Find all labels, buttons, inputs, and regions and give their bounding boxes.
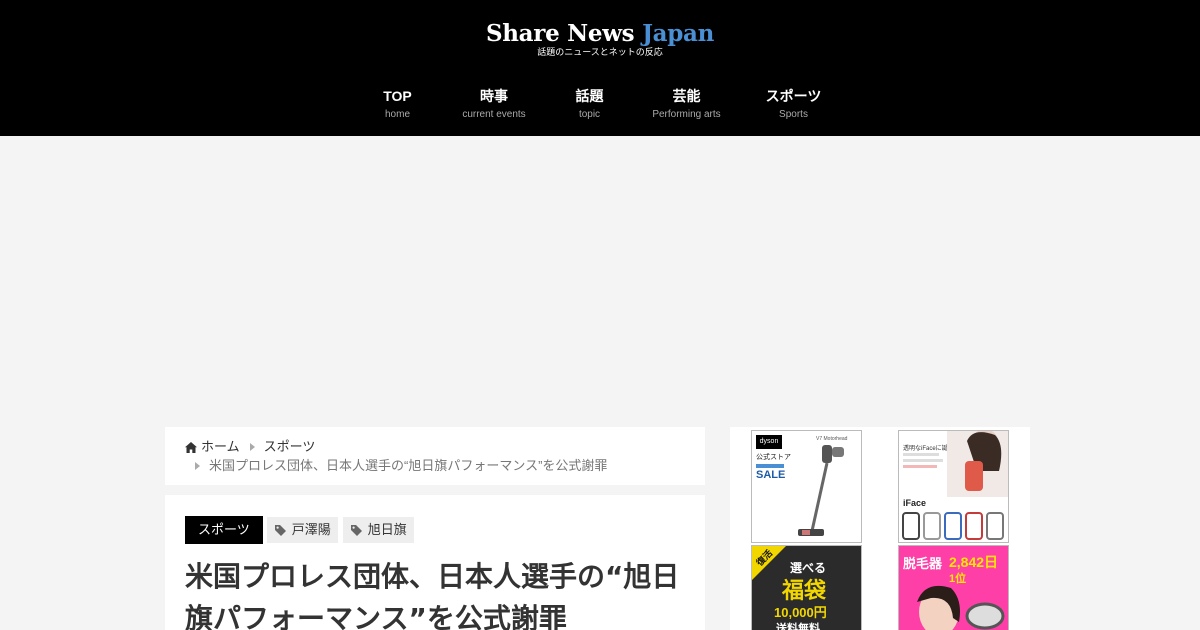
model-image [947,431,1008,497]
logo-title: Share News Japan [0,20,1200,48]
home-icon [185,441,197,453]
caret-right-icon [195,462,200,470]
nav-label: スポーツ [765,88,822,104]
nav-sublabel: home [384,109,410,120]
ad-stripe [756,464,784,468]
nav-sublabel: topic [578,109,601,120]
breadcrumb-home-link[interactable]: ホーム [201,438,240,456]
breadcrumb-category-link[interactable]: スポーツ [264,438,316,456]
ad-count: 2,842日 [949,554,999,570]
nav-sublabel: Sports [779,109,808,120]
ad-decor [903,453,939,456]
sidebar: dyson 公式ストア SALE V7 Motorhead 透明なiFaceに誕… [730,427,1030,630]
nav-label: 話題 [575,88,604,104]
nav-sublabel: Performing arts [652,109,721,120]
nav-item-topic[interactable]: 話題 topic [545,86,635,122]
nav-sublabel: current events [462,109,526,120]
sidebar-ad-iface[interactable]: 透明なiFaceに誕生。 iFace [898,430,1009,543]
sidebar-ad-hair-removal[interactable]: 脱毛器 2,842日 1位 [898,545,1009,630]
global-nav: TOP home 時事 current events 話題 topic 芸能 P… [0,86,1200,122]
logo-tagline: 話題のニュースとネットの反応 [537,48,663,58]
sidebar-ad-lucky-bag[interactable]: 復活 選べる 福袋 10,000円 送料無料 [751,545,862,630]
nav-item-top[interactable]: TOP home [352,86,444,122]
breadcrumb-current: 米国プロレス団体、日本人選手の“旭日旗パフォーマンス”を公式謝罪 [209,458,608,473]
category-badge[interactable]: スポーツ [185,516,263,544]
article-tags: スポーツ 戸澤陽 旭日旗 [185,516,685,544]
nav-label: 時事 [480,88,508,104]
case-lineup-image [902,512,1004,540]
nav-label: TOP [383,88,412,104]
product-image [917,585,1005,630]
tag-label: 戸澤陽 [291,522,331,537]
vacuum-image [798,445,844,536]
article-title: 米国プロレス団体、日本人選手の“旭日旗パフォーマンス”を公式謝罪 [185,560,680,630]
tag-link[interactable]: 戸澤陽 [266,517,338,543]
ad-shipping: 送料無料 [776,623,820,630]
ad-decor [903,459,943,462]
ad-brand: iFace [903,498,927,508]
ad-brand: dyson [756,435,782,449]
nav-item-current-events[interactable]: 時事 current events [444,86,545,122]
sidebar-ad-dyson[interactable]: dyson 公式ストア SALE V7 Motorhead [751,430,862,543]
tag-label: 旭日旗 [367,522,407,537]
site-header: Share News Japan 話題のニュースとネットの反応 TOP home… [0,0,1200,136]
ad-headline: 福袋 [782,578,827,603]
tag-icon [350,524,362,536]
nav-label: 芸能 [672,88,701,104]
breadcrumb: ホーム スポーツ 米国プロレス団体、日本人選手の“旭日旗パフォーマンス”を公式謝… [165,427,705,485]
breadcrumb-row: 米国プロレス団体、日本人選手の“旭日旗パフォーマンス”を公式謝罪 [185,457,685,475]
logo-accent-text: Japan [642,20,715,47]
ad-decor [903,465,937,468]
tag-icon [274,524,286,536]
ad-badge: SALE [756,469,786,481]
nav-item-sports[interactable]: スポーツ Sports [739,86,849,122]
ad-line: 脱毛器 [903,556,943,571]
ad-price: 10,000円 [774,605,827,620]
article-card: スポーツ 戸澤陽 旭日旗 米国プロレス団体、日本人選手の“旭日旗パフォーマンス”… [165,495,705,630]
tag-link[interactable]: 旭日旗 [342,517,414,543]
site-logo[interactable]: Share News Japan 話題のニュースとネットの反応 [0,20,1200,58]
logo-main-text: Share News [485,20,635,47]
caret-right-icon [249,443,255,451]
nav-item-performing-arts[interactable]: 芸能 Performing arts [635,86,739,122]
breadcrumb-row: ホーム スポーツ [185,438,685,456]
